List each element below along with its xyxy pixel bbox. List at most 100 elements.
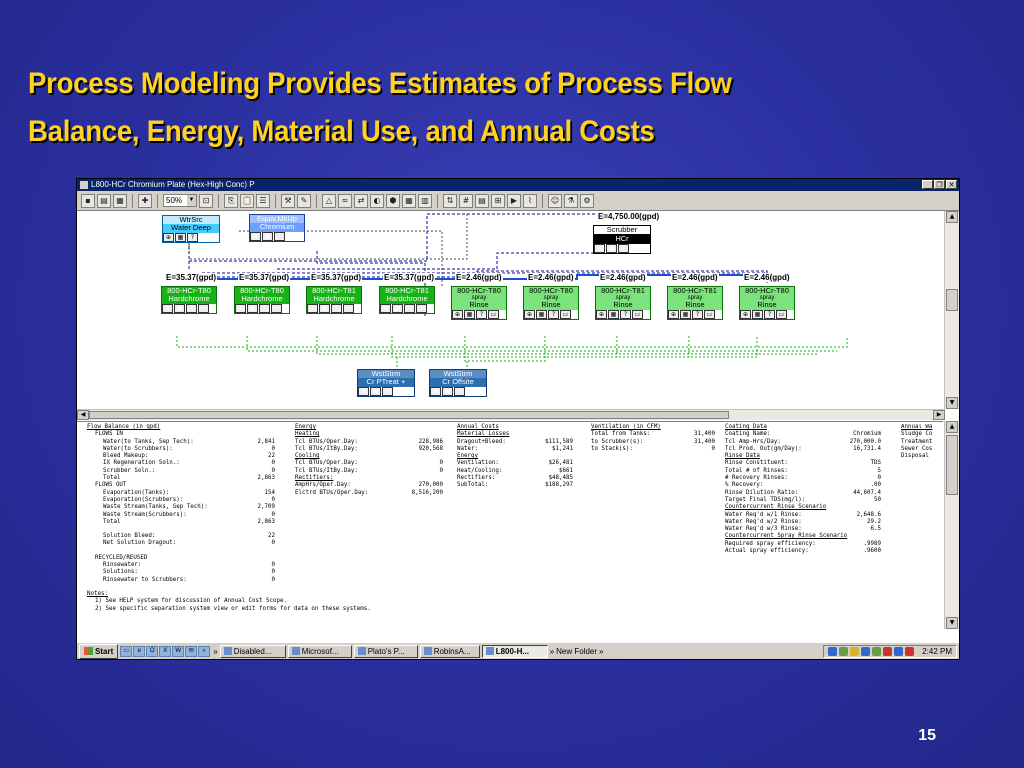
tank-icon[interactable]: △ (322, 193, 336, 208)
chem-icon[interactable]: ⚗ (564, 193, 578, 208)
tray-icon[interactable] (883, 646, 893, 656)
waste-node-offsite[interactable]: WstStrm Cr Offsite ⊕ ▦? (429, 369, 487, 397)
zoom-icon[interactable]: ⊕ (740, 310, 751, 319)
plating-tank-node[interactable]: 800-HCr-T81 Hardchrome ⊕ ▦? ▭ (379, 286, 435, 314)
window-titlebar[interactable]: L800-HCr Chromium Plate (Hex-High Conc) … (77, 179, 959, 191)
table-icon[interactable]: ▦ (247, 304, 258, 313)
rinse-tank-node[interactable]: 800-HCr-T80 spray Rinse ⊕ ▦? ▭ (739, 286, 795, 320)
info-icon[interactable]: ? (618, 244, 629, 253)
tank-icon[interactable]: ▭ (776, 310, 787, 319)
overflow-chevron-icon[interactable]: » (599, 647, 603, 656)
zoom-icon[interactable]: ⊕ (162, 304, 173, 313)
scroll-thumb[interactable] (89, 411, 729, 419)
rinse-icon[interactable]: ≈ (338, 193, 352, 208)
edit-icon[interactable]: ✎ (297, 193, 311, 208)
scroll-up-arrow[interactable]: ▲ (946, 211, 958, 223)
table-icon[interactable]: ▦ (752, 310, 763, 319)
source-node-water[interactable]: WtrSrc Water Deep ⊕ ▦? (162, 215, 220, 243)
plating-tank-node[interactable]: 800-HCr-T80 Hardchrome ⊕ ▦? ▭ (234, 286, 290, 314)
tray-icon[interactable] (850, 646, 860, 656)
tray-icon[interactable] (839, 646, 849, 656)
info-icon[interactable]: ? (476, 310, 487, 319)
zoom-icon[interactable]: ⊕ (358, 387, 369, 396)
process-diagram[interactable]: WtrSrc Water Deep ⊕ ▦? Equiv.MkUp Chromiu… (77, 211, 943, 419)
paste-icon[interactable]: 📋 (240, 193, 254, 208)
list-icon[interactable]: ☰ (256, 193, 270, 208)
hash-icon[interactable]: # (459, 193, 473, 208)
close-button[interactable]: ✕ (946, 180, 957, 189)
tray-icon[interactable] (828, 646, 838, 656)
tank-icon[interactable]: ▭ (198, 304, 209, 313)
task-button-active[interactable]: L800-H... (481, 644, 548, 658)
scroll-down-arrow[interactable]: ▼ (946, 397, 958, 409)
info-icon[interactable]: ? (331, 304, 342, 313)
waste-node-ptreat[interactable]: WstStrm Cr PTreat + ⊕ ▦? (357, 369, 415, 397)
people-icon[interactable]: ☺ (548, 193, 562, 208)
table-icon[interactable]: ▦ (442, 387, 453, 396)
scroll-thumb[interactable] (946, 289, 958, 311)
zoom-icon[interactable]: ⊕ (307, 304, 318, 313)
print-icon[interactable]: ▤ (97, 193, 111, 208)
tray-icon[interactable] (905, 646, 915, 656)
outlook-icon[interactable]: O (146, 646, 159, 657)
desktop-icon[interactable]: ▭ (120, 646, 133, 657)
task-button[interactable]: RobinsA... (419, 644, 480, 658)
rinse-tank-node[interactable]: 800-HCr-T81 spray Rinse ⊕ ▦? ▭ (667, 286, 723, 320)
preview-icon[interactable]: ▦ (113, 193, 127, 208)
plating-tank-node[interactable]: 800-HCr-T81 Hardchrome ⊕ ▦? ▭ (306, 286, 362, 314)
info-icon[interactable]: ? (186, 304, 197, 313)
table-icon[interactable]: ▦ (392, 304, 403, 313)
zoom-select[interactable]: 50% ▼ (163, 194, 197, 207)
table-icon[interactable]: ▦ (606, 244, 617, 253)
tank-icon[interactable]: ▭ (488, 310, 499, 319)
tools-icon[interactable]: ⚒ (281, 193, 295, 208)
table-icon[interactable]: ▦ (536, 310, 547, 319)
table-icon[interactable]: ▦ (262, 232, 273, 241)
rinse-tank-node[interactable]: 800-HCr-T81 spray Rinse ⊕ ▦? ▭ (595, 286, 651, 320)
mail-icon[interactable]: ✉ (185, 646, 198, 657)
zoom-icon[interactable]: ⊕ (380, 304, 391, 313)
grid-icon[interactable]: ▦ (402, 193, 416, 208)
scroll-up-arrow[interactable]: ▲ (946, 421, 958, 433)
copy-icon[interactable]: ⎘ (224, 193, 238, 208)
settings-icon[interactable]: ⚙ (580, 193, 594, 208)
zoom-icon[interactable]: ⊕ (235, 304, 246, 313)
zoom-icon[interactable]: ⊕ (668, 310, 679, 319)
info-icon[interactable]: ? (187, 233, 198, 242)
scroll-thumb[interactable] (946, 435, 958, 495)
task-button[interactable]: Disabled... (219, 644, 286, 658)
tank-icon[interactable]: ▭ (560, 310, 571, 319)
zoom-icon[interactable]: ⊕ (524, 310, 535, 319)
info-icon[interactable]: ? (382, 387, 393, 396)
table-icon[interactable]: ▦ (174, 304, 185, 313)
zoom-icon[interactable]: ⊕ (250, 232, 261, 241)
info-icon[interactable]: ? (548, 310, 559, 319)
info-icon[interactable]: ? (274, 232, 285, 241)
rinse-tank-node[interactable]: 800-HCr-T80 spray Rinse ⊕ ▦? ▭ (451, 286, 507, 320)
scroll-left-arrow[interactable]: ◀ (77, 410, 89, 420)
zoom-icon[interactable]: ⊕ (596, 310, 607, 319)
table-icon[interactable]: ▦ (680, 310, 691, 319)
search-icon[interactable]: ⌕ (198, 646, 211, 657)
info-icon[interactable]: ? (259, 304, 270, 313)
report-vertical-scrollbar[interactable]: ▲ ▼ (944, 421, 959, 629)
tank-icon[interactable]: ▭ (343, 304, 354, 313)
task-button[interactable]: Microsof... (287, 644, 352, 658)
add-icon[interactable]: ✚ (138, 193, 152, 208)
makeup-node-chromium[interactable]: Equiv.MkUp Chromium ⊕ ▦? (249, 214, 305, 242)
table-icon[interactable]: ▦ (370, 387, 381, 396)
start-button[interactable]: Start (79, 643, 119, 659)
graph-icon[interactable]: ⌇ (523, 193, 537, 208)
align-icon[interactable]: ▤ (475, 193, 489, 208)
scroll-right-arrow[interactable]: ▶ (933, 410, 945, 420)
table-icon[interactable]: ▦ (464, 310, 475, 319)
save-icon[interactable]: ▪ (81, 193, 95, 208)
zoom-icon[interactable]: ⊕ (452, 310, 463, 319)
source-icon[interactable]: ◐ (370, 193, 384, 208)
tank-icon[interactable]: ▭ (632, 310, 643, 319)
excel-icon[interactable]: X (159, 646, 172, 657)
tank-icon[interactable]: ▭ (704, 310, 715, 319)
overflow-chevron-icon[interactable]: » (550, 647, 554, 656)
info-icon[interactable]: ? (454, 387, 465, 396)
info-icon[interactable]: ? (764, 310, 775, 319)
